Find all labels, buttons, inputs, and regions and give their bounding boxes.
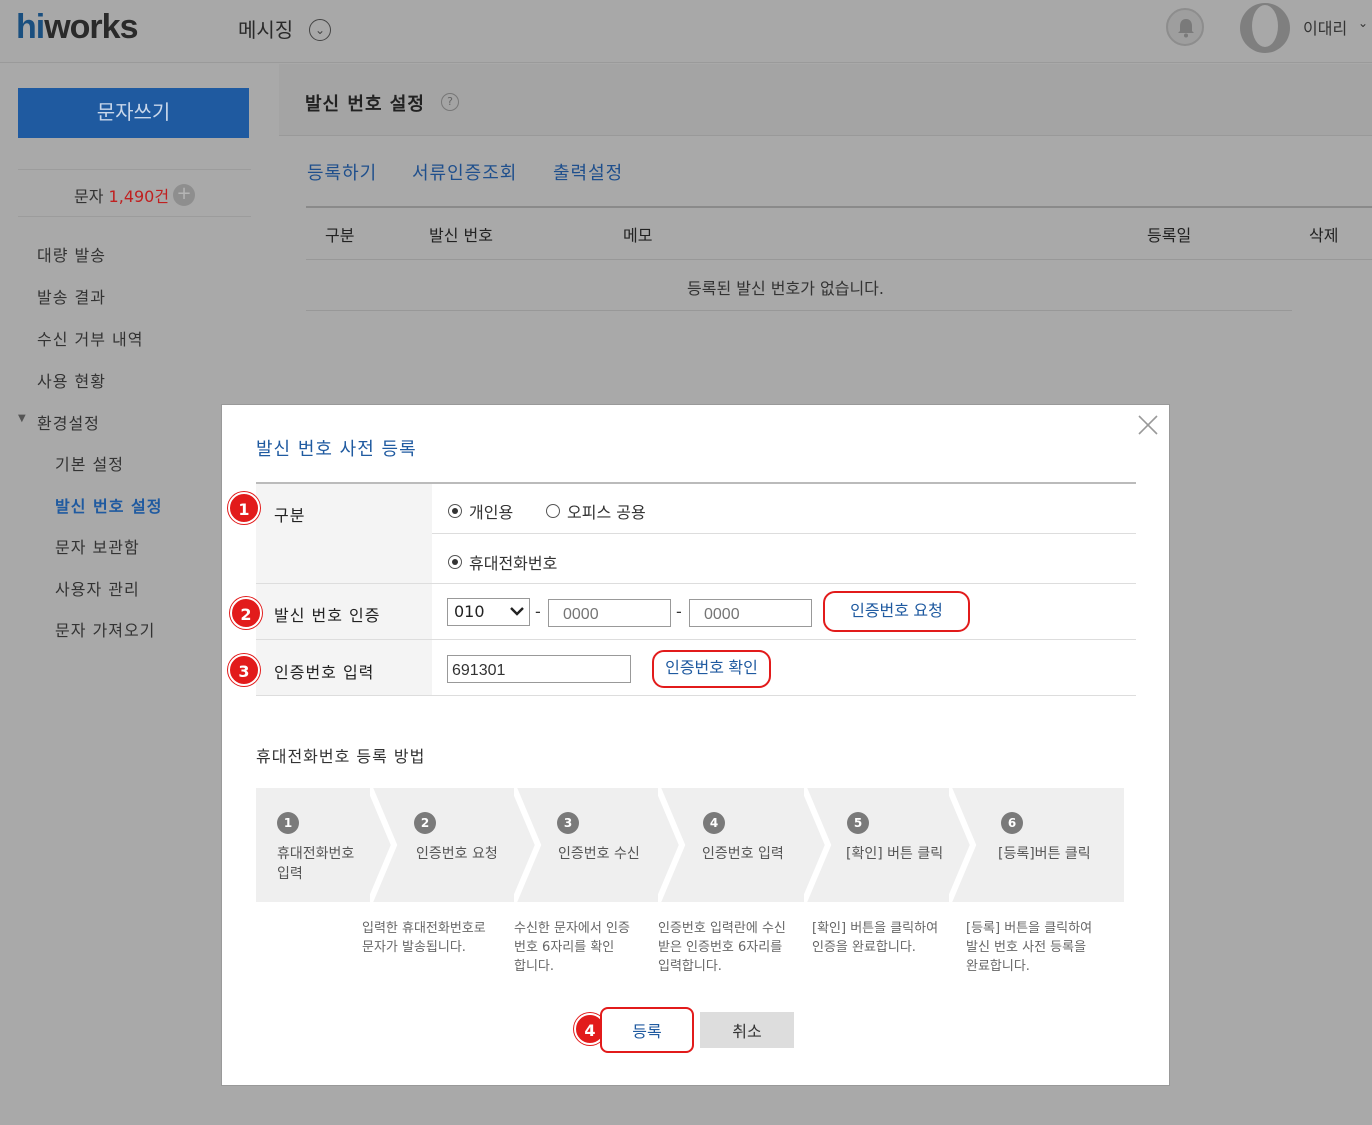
step-label: 인증번호 수신 <box>558 846 640 862</box>
sms-count: 문자 1,490건 <box>74 187 170 206</box>
phone-prefix-select[interactable]: 010 <box>447 598 530 626</box>
avatar[interactable] <box>1240 3 1290 53</box>
top-header: hiworks 메시징 ⌄ 이대리 ⌄ <box>0 0 1372 63</box>
sidebar-item-user-management[interactable]: 사용자 관리 <box>55 576 140 600</box>
compose-button[interactable]: 문자쓰기 <box>18 88 249 138</box>
dialog-title: 발신 번호 사전 등록 <box>256 439 417 460</box>
bell-icon[interactable] <box>1166 8 1204 46</box>
table-border <box>306 310 1292 311</box>
sidebar-item-archive[interactable]: 문자 보관함 <box>55 534 140 558</box>
step-number: 6 <box>1001 812 1023 834</box>
phone-last-input[interactable] <box>689 599 812 627</box>
step-description: 수신한 문자에서 인증 번호 6자리를 확인 합니다. <box>514 921 630 974</box>
step-description: 입력한 휴대전화번호로 문자가 발송됩니다. <box>362 921 486 955</box>
table-border <box>306 206 1372 208</box>
sender-registration-dialog: 발신 번호 사전 등록 1 구분 개인용 오피스 공용 휴대전화번호 2 발신 … <box>221 404 1170 1086</box>
app-title[interactable]: 메시징 <box>238 14 293 43</box>
table-border <box>306 259 1372 260</box>
step-badge: 2 <box>230 597 262 629</box>
form-border <box>256 695 1136 696</box>
step-label: 인증번호 입력 <box>702 846 784 862</box>
step-description: [등록] 버튼을 클릭하여 발신 번호 사전 등록을 완료합니다. <box>966 921 1093 974</box>
step-label: [확인] 버튼 클릭 <box>846 846 944 862</box>
page-header: 발신 번호 설정 ? <box>279 64 1372 136</box>
column-header-type: 구분 <box>325 226 355 245</box>
chevron-down-icon[interactable]: ⌄ <box>1358 16 1368 30</box>
close-icon[interactable] <box>1136 413 1160 437</box>
step-number: 4 <box>703 812 725 834</box>
step-badge: 3 <box>228 654 260 686</box>
sidebar-item-import[interactable]: 문자 가져오기 <box>55 617 155 641</box>
radio-mobile[interactable] <box>448 555 462 569</box>
column-header-delete: 삭제 <box>1309 226 1339 245</box>
radio-office-label[interactable]: 오피스 공용 <box>567 499 646 523</box>
page-title: 발신 번호 설정 <box>305 94 425 115</box>
how-to-title: 휴대전화번호 등록 방법 <box>256 747 426 766</box>
step-label: [등록]버튼 클릭 <box>998 846 1091 862</box>
code-label: 인증번호 입력 <box>274 663 375 682</box>
step-label: 인증번호 요청 <box>416 846 498 862</box>
sidebar-item-reject-list[interactable]: 수신 거부 내역 <box>37 326 144 350</box>
sidebar-item-settings[interactable]: 환경설정 <box>37 410 100 434</box>
radio-personal-label[interactable]: 개인용 <box>469 499 513 523</box>
sidebar-item-basic-settings[interactable]: 기본 설정 <box>55 451 124 475</box>
plus-icon[interactable]: + <box>173 184 195 206</box>
sidebar-item-sender-number[interactable]: 발신 번호 설정 <box>55 493 162 517</box>
tab-print-settings[interactable]: 출력설정 <box>553 159 623 185</box>
sidebar-item-bulk-send[interactable]: 대량 발송 <box>37 242 106 266</box>
label-cell <box>256 484 432 583</box>
help-icon[interactable]: ? <box>441 93 459 111</box>
tab-register[interactable]: 등록하기 <box>307 159 377 185</box>
radio-personal[interactable] <box>448 504 462 518</box>
confirm-code-button[interactable]: 인증번호 확인 <box>652 650 771 688</box>
type-label: 구분 <box>274 506 306 525</box>
verification-code-input[interactable] <box>447 655 631 683</box>
cancel-button[interactable]: 취소 <box>700 1012 794 1048</box>
sidebar-item-usage[interactable]: 사용 현황 <box>37 368 106 392</box>
caret-down-icon: ▼ <box>18 413 26 424</box>
steps-flow: 1 휴대전화번호 입력 2 인증번호 요청 3 인증번호 수신 4 인증번호 입력… <box>256 788 1124 902</box>
register-button[interactable]: 등록 <box>600 1007 694 1053</box>
chevron-down-icon[interactable]: ⌄ <box>309 19 331 41</box>
dash-separator: - <box>676 602 682 621</box>
radio-office[interactable] <box>546 504 560 518</box>
radio-mobile-label[interactable]: 휴대전화번호 <box>469 550 557 574</box>
sidebar-item-send-results[interactable]: 발송 결과 <box>37 284 106 308</box>
step-badge: 1 <box>228 492 260 524</box>
step-number: 2 <box>414 812 436 834</box>
form-border <box>432 533 1136 534</box>
request-code-button[interactable]: 인증번호 요청 <box>823 591 970 632</box>
step-description: [확인] 버튼을 클릭하여 인증을 완료합니다. <box>812 921 939 955</box>
phone-middle-input[interactable] <box>548 599 671 627</box>
column-header-memo: 메모 <box>623 226 653 245</box>
step-description: 인증번호 입력란에 수신 받은 인증번호 6자리를 입력합니다. <box>658 921 786 974</box>
tab-document-verification[interactable]: 서류인증조회 <box>412 159 517 185</box>
hiworks-logo[interactable]: hiworks <box>16 8 138 47</box>
verify-label: 발신 번호 인증 <box>274 606 381 625</box>
step-number: 5 <box>847 812 869 834</box>
column-header-number: 발신 번호 <box>429 226 493 245</box>
empty-table-message: 등록된 발신 번호가 없습니다. <box>687 279 884 298</box>
step-number: 3 <box>557 812 579 834</box>
divider <box>18 169 251 170</box>
column-header-date: 등록일 <box>1147 226 1192 245</box>
user-name[interactable]: 이대리 <box>1303 15 1347 39</box>
divider <box>18 216 251 217</box>
step-label: 휴대전화번호 입력 <box>277 846 355 882</box>
dash-separator: - <box>535 602 541 621</box>
step-number: 1 <box>277 812 299 834</box>
